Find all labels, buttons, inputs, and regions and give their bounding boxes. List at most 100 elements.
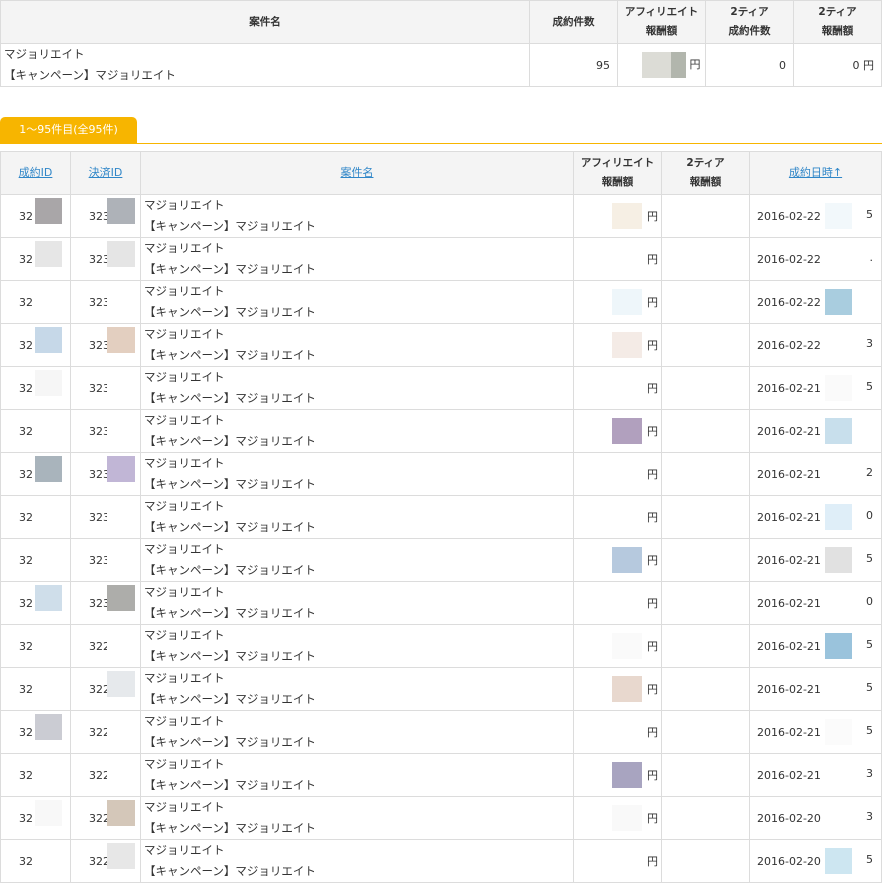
redacted-mask xyxy=(612,246,642,272)
sort-contract-id-link[interactable]: 成約ID xyxy=(19,166,53,179)
affiliate-reward-yen: 円 xyxy=(647,382,658,395)
tier-reward-cell xyxy=(661,839,750,883)
affiliate-reward-yen: 円 xyxy=(647,296,658,309)
tier-reward-cell xyxy=(661,796,750,840)
redacted-mask xyxy=(825,676,852,702)
campaign-name: マジョリエイト xyxy=(144,757,225,771)
table-row: 32 323 マジョリエイト 【キャンペーン】マジョリエイト 円 2016-02-21 5 xyxy=(0,538,882,582)
table-row: 32 323 マジョリエイト 【キャンペーン】マジョリエイト 円 2016-02-21 xyxy=(0,409,882,453)
redacted-mask xyxy=(825,719,852,745)
contract-date: 2016-02-22 xyxy=(757,209,821,223)
summary-tier-count-cell: 0 xyxy=(705,43,794,87)
contract-time-tail: 0 xyxy=(866,509,873,522)
contract-date: 2016-02-22 xyxy=(757,338,821,352)
redacted-mask xyxy=(35,843,62,869)
page-range-tab-label: 1～95件目(全95件) xyxy=(19,123,118,136)
affiliate-reward-cell: 円 xyxy=(573,194,662,238)
page-range-tab[interactable]: 1～95件目(全95件) xyxy=(0,117,137,143)
campaign-cell: マジョリエイト 【キャンペーン】マジョリエイト xyxy=(140,194,574,238)
contracts-body: 32 323 マジョリエイト 【キャンペーン】マジョリエイト円 2016-02-22 5 3… xyxy=(0,194,882,883)
sort-date-link[interactable]: 成約日時↑ xyxy=(789,166,842,179)
table-row: 32 322 マジョリエイト 【キャンペーン】マジョリエイト 円 2016-02-20 5 xyxy=(0,839,882,883)
redacted-mask xyxy=(107,757,135,783)
redacted-mask xyxy=(107,843,135,869)
contract-id-cell: 32 xyxy=(0,624,71,668)
settlement-id-cell: 322 xyxy=(70,839,141,883)
date-cell: 2016-02-21 5 xyxy=(749,366,882,410)
redacted-mask xyxy=(107,499,135,525)
date-cell: 2016-02-20 5 xyxy=(749,839,882,883)
redacted-mask xyxy=(612,418,642,444)
sort-settlement-id-link[interactable]: 決済ID xyxy=(89,166,123,179)
redacted-mask xyxy=(612,547,642,573)
contract-date: 2016-02-21 xyxy=(757,553,821,567)
summary-header-tier-count-l1: 2ティア xyxy=(730,6,769,18)
redacted-mask xyxy=(671,52,686,78)
contract-date: 2016-02-22 xyxy=(757,295,821,309)
redacted-mask xyxy=(35,800,62,826)
affiliate-reward-yen: 円 xyxy=(647,554,658,567)
contract-id-cell: 32 xyxy=(0,710,71,754)
affiliate-reward-cell: 円 xyxy=(573,753,662,797)
redacted-mask xyxy=(107,241,135,267)
settlement-id-cell: 323 xyxy=(70,409,141,453)
campaign-subname: 【キャンペーン】マジョリエイト xyxy=(144,219,316,233)
redacted-mask xyxy=(35,542,62,568)
contract-date: 2016-02-21 xyxy=(757,510,821,524)
redacted-mask xyxy=(612,676,642,702)
sort-campaign-link[interactable]: 案件名 xyxy=(341,166,374,179)
redacted-mask xyxy=(107,198,135,224)
settlement-id-cell: 323 xyxy=(70,237,141,281)
contract-id-cell: 32 xyxy=(0,538,71,582)
redacted-mask xyxy=(825,848,852,874)
contract-date: 2016-02-22 xyxy=(757,252,821,266)
campaign-name: マジョリエイト xyxy=(144,499,225,513)
contract-time-tail: 0 xyxy=(866,595,873,608)
redacted-mask xyxy=(612,461,642,487)
header-tier-l2: 報酬額 xyxy=(689,176,722,188)
contract-id-value: 32 xyxy=(19,467,33,481)
date-cell: 2016-02-21 0 xyxy=(749,581,882,625)
summary-header-affiliate: アフィリエイト 報酬額 xyxy=(617,0,706,44)
redacted-mask xyxy=(612,719,642,745)
contract-id-cell: 32 xyxy=(0,237,71,281)
tier-reward-cell xyxy=(661,753,750,797)
date-cell: 2016-02-21 5 xyxy=(749,710,882,754)
redacted-mask xyxy=(107,628,135,654)
settlement-id-cell: 322 xyxy=(70,796,141,840)
contract-id-value: 32 xyxy=(19,639,33,653)
redacted-mask xyxy=(612,289,642,315)
campaign-cell: マジョリエイト 【キャンペーン】マジョリエイト xyxy=(140,237,574,281)
redacted-mask xyxy=(35,198,62,224)
contract-id-value: 32 xyxy=(19,381,33,395)
campaign-cell: マジョリエイト 【キャンペーン】マジョリエイト xyxy=(140,495,574,539)
affiliate-reward-yen: 円 xyxy=(647,812,658,825)
header-affiliate-l1: アフィリエイト xyxy=(580,157,655,169)
summary-header-campaign-label: 案件名 xyxy=(249,15,281,28)
affiliate-reward-yen: 円 xyxy=(647,726,658,739)
campaign-name: マジョリエイト xyxy=(144,413,225,427)
contract-id-value: 32 xyxy=(19,811,33,825)
summary-header-row: 案件名 成約件数 アフィリエイト 報酬額 2ティア 成約件数 2ティア 報酬額 xyxy=(0,0,882,44)
tier-reward-cell xyxy=(661,667,750,711)
affiliate-reward-yen: 円 xyxy=(647,468,658,481)
affiliate-reward-cell: 円 xyxy=(573,280,662,324)
campaign-subname: 【キャンペーン】マジョリエイト xyxy=(144,262,316,276)
redacted-mask xyxy=(107,284,135,310)
summary-tier-count-value: 0 xyxy=(779,58,786,72)
contract-time-tail: 2 xyxy=(866,466,873,479)
contract-id-value: 32 xyxy=(19,553,33,567)
campaign-subname: 【キャンペーン】マジョリエイト xyxy=(144,305,316,319)
tier-reward-cell xyxy=(661,452,750,496)
contract-id-cell: 32 xyxy=(0,323,71,367)
table-row: 32 323 マジョリエイト 【キャンペーン】マジョリエイト 円 2016-02-22 xyxy=(0,280,882,324)
contract-time-tail: 3 xyxy=(866,767,873,780)
campaign-name: マジョリエイト xyxy=(144,456,225,470)
tier-reward-cell xyxy=(661,280,750,324)
campaign-subname: 【キャンペーン】マジョリエイト xyxy=(144,348,316,362)
contract-time-tail: 5 xyxy=(866,724,873,737)
redacted-mask xyxy=(107,585,135,611)
campaign-cell: マジョリエイト 【キャンペーン】マジョリエイト xyxy=(140,624,574,668)
settlement-id-cell: 322 xyxy=(70,710,141,754)
contracts-header-row: 成約ID 決済ID 案件名 アフィリエイト 報酬額 2ティア 報酬額 成約日時↑ xyxy=(0,151,882,195)
